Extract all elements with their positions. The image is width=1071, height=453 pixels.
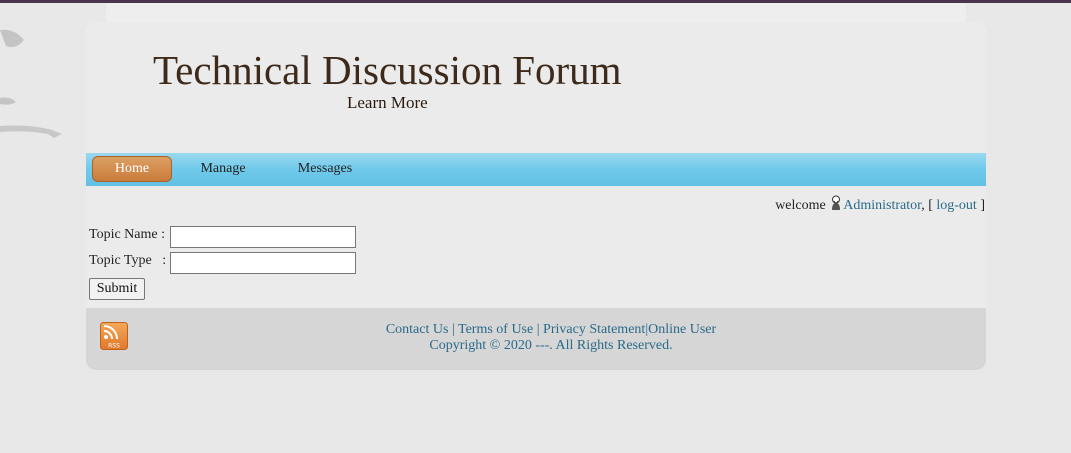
welcome-separator: , [ — [921, 198, 933, 213]
page-container: Technical Discussion Forum Learn More Ho… — [86, 22, 986, 370]
online-user-link[interactable]: Online User — [648, 322, 716, 337]
footer-separator: | — [533, 322, 544, 337]
welcome-prefix: welcome — [775, 198, 826, 213]
site-title: Technical Discussion Forum — [153, 47, 622, 93]
footer-link-row: Contact Us | Terms of Use | Privacy Stat… — [86, 322, 986, 338]
user-icon — [832, 195, 841, 210]
learn-more-text[interactable]: Learn More — [347, 93, 428, 113]
submit-button[interactable]: Submit — [89, 278, 145, 300]
branch-decoration — [0, 29, 62, 138]
topic-type-input[interactable] — [170, 252, 356, 274]
welcome-message: welcome Administrator, [ log-out ] — [775, 195, 985, 214]
logout-link[interactable]: log-out — [936, 198, 976, 213]
site-header: Technical Discussion Forum Learn More — [86, 22, 986, 153]
topic-form: Topic Name : Topic Type : Submit — [86, 222, 986, 308]
terms-of-use-link[interactable]: Terms of Use — [458, 322, 533, 337]
contact-us-link[interactable]: Contact Us — [386, 322, 449, 337]
site-footer: RSS Contact Us | Terms of Use | Privacy … — [86, 308, 986, 370]
copyright-text: Copyright © 2020 ---. All Rights Reserve… — [429, 338, 673, 353]
nav-bar: Home Manage Messages — [86, 153, 986, 186]
header-backdrop — [106, 3, 966, 23]
nav-manage-tab[interactable]: Manage — [194, 156, 252, 182]
topic-name-label: Topic Name : — [89, 227, 165, 242]
nav-home-tab[interactable]: Home — [92, 156, 172, 182]
welcome-suffix: ] — [980, 198, 985, 213]
topic-type-label: Topic Type : — [89, 253, 167, 268]
footer-separator: | — [448, 322, 458, 337]
welcome-bar: welcome Administrator, [ log-out ] — [86, 186, 986, 222]
username-link[interactable]: Administrator — [843, 198, 921, 213]
privacy-statement-link[interactable]: Privacy Statement — [543, 322, 645, 337]
nav-messages-tab[interactable]: Messages — [292, 156, 358, 182]
topic-name-input[interactable] — [170, 226, 356, 248]
footer-links: Contact Us | Terms of Use | Privacy Stat… — [86, 322, 986, 354]
